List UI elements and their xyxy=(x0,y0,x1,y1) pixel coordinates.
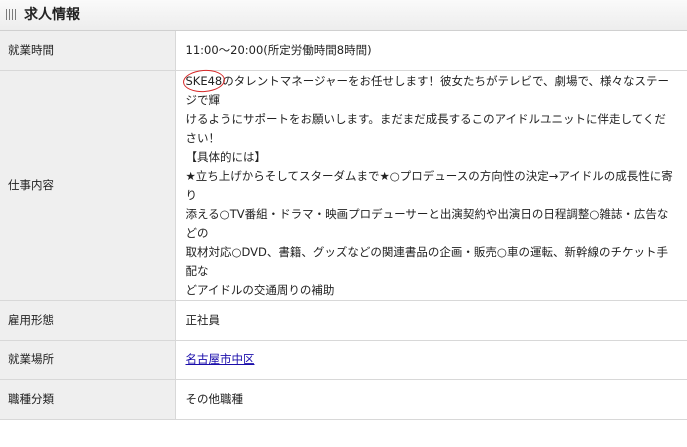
grid-icon xyxy=(6,9,17,20)
table-row-category: 職種分類 その他職種 xyxy=(0,379,687,420)
section-header: 求人情報 xyxy=(0,0,687,31)
location-label: 就業場所 xyxy=(0,340,176,380)
hours-label: 就業時間 xyxy=(0,31,176,71)
job-line-3: 【具体的には】 xyxy=(185,149,267,164)
highlighted-term: SKE48 xyxy=(181,68,226,93)
location-cell: 名古屋市中区 xyxy=(175,340,687,380)
job-line-1: のタレントマネージャーをお任せします！彼女たちがテレビで、劇場で、様々なステージ… xyxy=(185,73,670,107)
job-description-text: SKE48 のタレントマネージャーをお任せします！彼女たちがテレビで、劇場で、様々… xyxy=(181,68,678,300)
category-label: 職種分類 xyxy=(0,379,176,420)
job-line-5: 添える○TV番組・ドラマ・映画プロデューサーと出演契約や出演日の日程調整○雑誌・… xyxy=(185,206,669,240)
table-row-job-description: 仕事内容 SKE48 のタレントマネージャーをお任せします！彼女たちがテレビで、劇… xyxy=(0,68,687,301)
job-description-value: SKE48 のタレントマネージャーをお任せします！彼女たちがテレビで、劇場で、様々… xyxy=(175,68,687,301)
location-link[interactable]: 名古屋市中区 xyxy=(186,352,255,366)
table-row-hours: 就業時間 11:00～20:00(所定労働時間8時間) xyxy=(0,31,687,71)
hours-value: 11:00～20:00(所定労働時間8時間) xyxy=(175,31,687,71)
table-row-location: 就業場所 名古屋市中区 xyxy=(0,340,687,380)
job-info-table: 就業時間 11:00～20:00(所定労働時間8時間) 仕事内容 SKE48 のタ… xyxy=(0,31,687,420)
section-title: 求人情報 xyxy=(24,7,80,23)
table-row-employment: 雇用形態 正社員 xyxy=(0,300,687,341)
job-line-6: 取材対応○DVD、書籍、グッズなどの関連書品の企画・販売○車の運転、新幹線のチケ… xyxy=(185,244,668,278)
job-description-label: 仕事内容 xyxy=(0,70,176,301)
job-line-4: ★立ち上げからそしてスターダムまで★○プロデュースの方向性の決定→アイドルの成長… xyxy=(185,168,673,202)
highlight-text: SKE48 xyxy=(185,73,223,88)
job-line-7: どアイドルの交通周りの補助 xyxy=(185,282,335,297)
job-line-2: けるようにサポートをお願いします。まだまだ成長するこのアイドルユニットに伴走して… xyxy=(185,111,666,145)
employment-value: 正社員 xyxy=(175,300,687,341)
employment-label: 雇用形態 xyxy=(0,300,176,341)
category-value: その他職種 xyxy=(175,379,687,420)
